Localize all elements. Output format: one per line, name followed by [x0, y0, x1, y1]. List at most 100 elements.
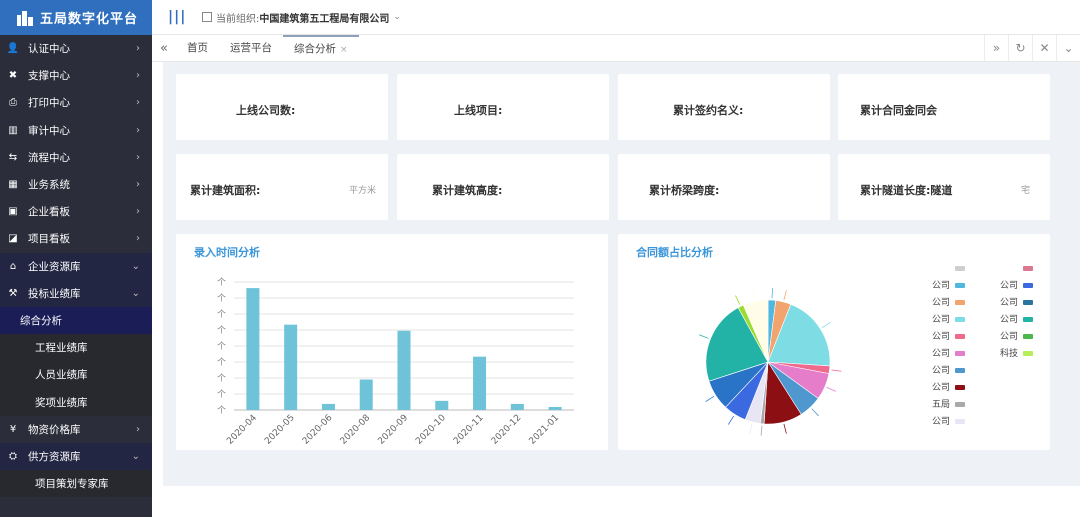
scroll-tabs-right-icon[interactable]: » — [984, 34, 1008, 62]
sidebar-item-11[interactable]: 工程业绩库 — [0, 334, 152, 362]
legend-label: 公司 — [932, 365, 950, 376]
legend-swatch — [1023, 300, 1033, 305]
brand-header[interactable]: 五局数字化平台 — [0, 0, 152, 35]
pie-leader-line — [749, 423, 753, 434]
sidebar-item-12[interactable]: 人员业绩库 — [0, 361, 152, 389]
pie-leader-line — [826, 387, 837, 392]
stat-label: 累计建筑高度: — [432, 184, 503, 197]
pie-leader-line — [831, 369, 842, 372]
chevron-down-icon: ⌄ — [131, 450, 140, 462]
pie-chart: 公司 公司公司 公司公司 公司公司 公司公司 科技公司公司五局公司 — [699, 266, 1033, 436]
stat-card-area: 累计建筑面积: 平方米 — [176, 154, 388, 220]
stat-label: 累计建筑面积: — [190, 184, 261, 197]
stat-label: 累计合同金同会 — [860, 104, 937, 117]
sidebar-item-8[interactable]: ⌂ 企业资源库 ⌄ — [0, 252, 152, 280]
sidebar-item-label: 业务系统 — [28, 179, 70, 192]
sidebar-item-2[interactable]: ⎙ 打印中心 › — [0, 89, 152, 116]
legend-swatch — [1023, 334, 1033, 339]
stat-unit: 宅 — [1021, 186, 1031, 196]
sidebar-item-label: 认证中心 — [28, 43, 70, 56]
chevron-right-icon: › — [136, 43, 140, 55]
sidebar-item-label: 供方资源库 — [28, 450, 81, 463]
pie-leader-line — [735, 295, 741, 305]
pie-leader-line — [783, 423, 787, 434]
menu-toggle-icon[interactable]: ||| — [168, 9, 188, 25]
refresh-icon[interactable]: ↻ — [1008, 34, 1032, 62]
tab-home[interactable]: 首页 — [176, 35, 219, 62]
org-label: 当前组织: — [216, 13, 260, 25]
sidebar-item-1[interactable]: ✖ 支撑中心 › — [0, 62, 152, 89]
stat-card-height: 累计建筑高度: — [397, 154, 609, 220]
tools-icon: ✖ — [8, 70, 18, 82]
tab-ops-platform[interactable]: 运营平台 — [219, 35, 283, 62]
bar — [284, 324, 298, 410]
bar-chart-icon: ▥ — [8, 124, 18, 136]
sidebar-item-label: 物资价格库 — [28, 423, 81, 436]
close-tab-icon[interactable]: × — [340, 45, 348, 55]
scroll-tabs-left-icon[interactable]: « — [152, 41, 176, 56]
org-name-select[interactable]: 中国建筑第五工程局有限公司 — [259, 10, 389, 25]
sidebar-item-3[interactable]: ▥ 审计中心 › — [0, 117, 152, 144]
sidebar-item-9[interactable]: ⚒ 投标业绩库 ⌄ — [0, 279, 152, 307]
legend-swatch — [1023, 266, 1033, 271]
legend-label: 公司 — [1000, 280, 1018, 291]
flow-icon: ⇆ — [8, 151, 18, 163]
y-tick-label: 个 — [217, 357, 226, 368]
legend-swatch — [955, 368, 965, 373]
org-icon — [202, 12, 212, 22]
chevron-down-icon[interactable]: ⌄ — [393, 12, 401, 22]
close-icon[interactable]: ✕ — [1032, 34, 1056, 62]
sidebar-item-label: 项目看板 — [28, 233, 70, 246]
legend-label: 公司 — [1000, 297, 1018, 308]
pie-leader-line — [811, 408, 819, 417]
sidebar-item-label: 审计中心 — [28, 124, 70, 137]
legend-label: 公司 — [1000, 314, 1018, 325]
legend-label: 公司 — [1000, 331, 1018, 342]
price-icon: ¥ — [9, 423, 17, 435]
gavel-icon: ⚒ — [8, 287, 18, 299]
sidebar-item-label: 项目策划专家库 — [35, 478, 109, 491]
tab-tools: » ↻ ✕ ⌄ — [984, 34, 1080, 62]
x-tick-label: 2020-05 — [263, 413, 297, 447]
bar — [510, 403, 524, 410]
sidebar-item-10[interactable]: 综合分析 — [0, 306, 152, 335]
sidebar-item-7[interactable]: ◪ 项目看板 › — [0, 225, 152, 252]
stat-label: 上线项目: — [454, 104, 503, 117]
tab-bar: « 首页 运营平台 综合分析 × » ↻ ✕ ⌄ — [152, 34, 1080, 62]
legend-label: 科技 — [1000, 347, 1018, 359]
legend-label: 公司 — [932, 382, 950, 393]
sidebar-item-13[interactable]: 奖项业绩库 — [0, 388, 152, 416]
legend-label: 公司 — [932, 331, 950, 342]
legend-label: 公司 — [932, 297, 950, 308]
x-tick-label: 2020-10 — [414, 413, 448, 447]
bank-icon: ⌂ — [9, 260, 17, 272]
sidebar-item-6[interactable]: ▣ 企业看板 › — [0, 198, 152, 225]
sidebar-item-0[interactable]: 👤 认证中心 › — [0, 35, 152, 62]
supplier-icon: ⛭ — [9, 450, 17, 462]
entry-time-panel: 录入时间分析 个个个个个个个个个 2020-04 2020-05 2020-06 202… — [176, 234, 608, 450]
sidebar-item-label: 企业看板 — [28, 206, 70, 219]
sidebar-item-5[interactable]: ▦ 业务系统 › — [0, 171, 152, 198]
sidebar-item-label: 人员业绩库 — [35, 369, 88, 382]
legend-swatch — [955, 351, 965, 356]
pie-leader-line — [783, 290, 787, 301]
sidebar-item-15[interactable]: ⛭ 供方资源库 ⌄ — [0, 442, 152, 470]
tab-analysis[interactable]: 综合分析 × — [283, 34, 359, 62]
stat-label: 累计桥梁跨度: — [649, 184, 720, 197]
chevron-down-icon[interactable]: ⌄ — [1056, 34, 1080, 62]
sidebar-item-4[interactable]: ⇆ 流程中心 › — [0, 144, 152, 171]
sidebar-item-16[interactable]: 项目策划专家库 — [0, 470, 152, 498]
chevron-right-icon: › — [136, 179, 140, 191]
pie-leader-line — [728, 415, 735, 425]
y-tick-label: 个 — [217, 373, 226, 384]
chevron-down-icon: ⌄ — [131, 287, 140, 299]
x-tick-label: 2020-08 — [339, 413, 373, 447]
bar — [548, 406, 562, 410]
printer-icon: ⎙ — [9, 97, 17, 109]
board-icon: ▣ — [8, 206, 18, 218]
bar — [435, 400, 449, 410]
y-tick-label: 个 — [217, 325, 226, 336]
chevron-right-icon: › — [136, 233, 140, 245]
sidebar-item-14[interactable]: ¥ 物资价格库 › — [0, 416, 152, 443]
legend-label: 五局 — [932, 399, 950, 410]
